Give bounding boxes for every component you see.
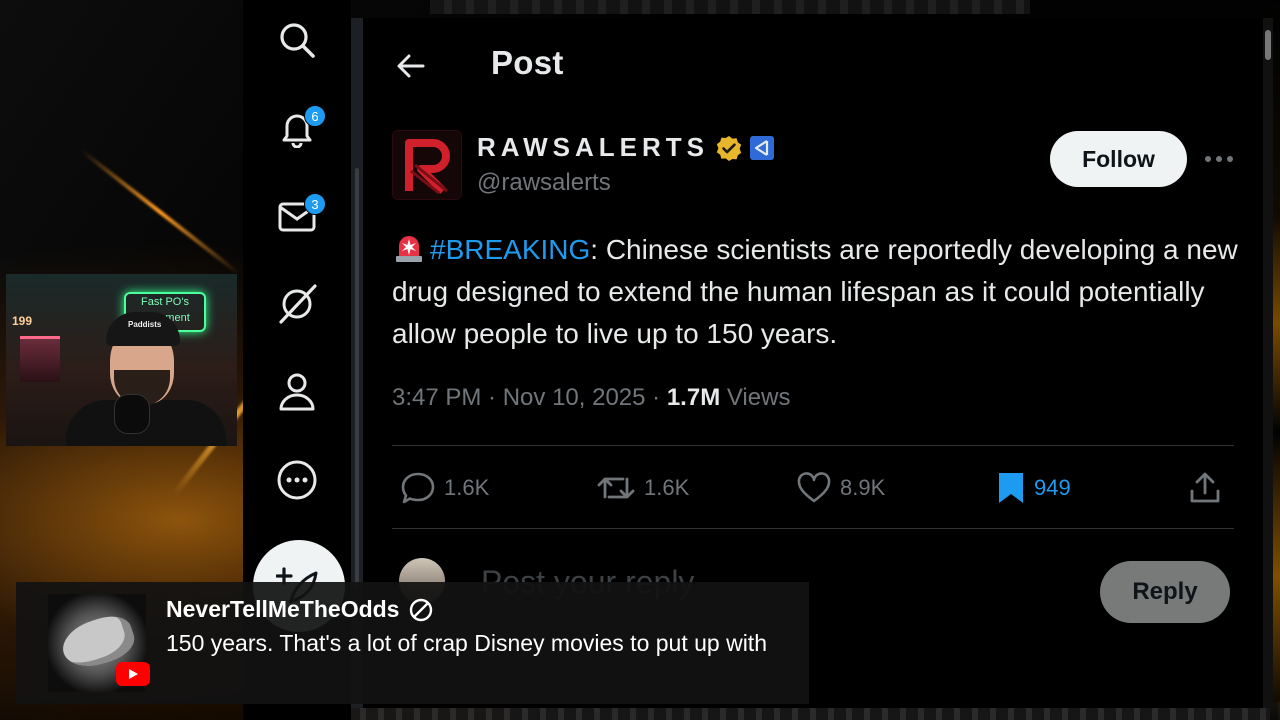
post-date[interactable]: Nov 10, 2025 (503, 384, 646, 411)
bookmark-filled-icon (999, 473, 1023, 503)
verified-badge-icon (716, 135, 742, 161)
chat-author-name: NeverTellMeTheOdds (166, 596, 400, 622)
heart-icon (797, 472, 831, 503)
share-action[interactable] (1188, 464, 1222, 512)
post-header: Post (363, 18, 1263, 110)
post-metadata: 3:47 PM · Nov 10, 2025 · 1.7M Views (392, 384, 790, 412)
author-name-row[interactable]: RAWSALERTS (477, 132, 775, 163)
author-display-name[interactable]: RAWSALERTS (477, 132, 709, 163)
webcam-overlay: Fast PO's Basement 199 Paddists (6, 274, 237, 446)
back-arrow-icon (397, 54, 425, 78)
bookmark-action[interactable]: 949 (996, 464, 1071, 512)
nav-grok[interactable] (273, 280, 321, 328)
affiliate-badge-icon (750, 135, 774, 160)
arcade-cabinet (20, 336, 60, 382)
divider (392, 445, 1234, 446)
nav-notifications[interactable]: 6 (273, 104, 326, 152)
comment-icon (401, 472, 435, 504)
chat-message: 150 years. That's a lot of crap Disney m… (166, 630, 767, 656)
author-handle[interactable]: @rawsalerts (477, 169, 611, 197)
views-label: Views (726, 384, 791, 411)
reply-button[interactable]: Reply (1100, 561, 1230, 623)
arcade-number: 199 (12, 314, 33, 328)
nav-profile[interactable] (273, 368, 321, 416)
scrollbar-thumb[interactable] (1265, 30, 1271, 60)
brand-logo-icon (393, 131, 461, 199)
reply-action[interactable]: 1.6K (400, 464, 489, 512)
live-chat-highlight: NeverTellMeTheOdds 150 years. That's a l… (16, 582, 809, 704)
repost-icon (597, 477, 635, 499)
back-button[interactable] (391, 46, 431, 86)
nav-messages[interactable]: 3 (273, 192, 326, 240)
meta-separator: · (645, 384, 667, 411)
siren-emoji-icon (396, 236, 422, 262)
microphone (114, 394, 150, 434)
author-avatar[interactable] (392, 130, 462, 200)
post-more-button[interactable] (1201, 146, 1237, 172)
chat-author-row: NeverTellMeTheOdds (166, 596, 433, 623)
post-actions: 1.6K 1.6K 8.9K 949 (392, 464, 1240, 512)
nav-explore[interactable] (273, 16, 321, 64)
youtube-logo-icon (116, 662, 150, 686)
share-icon (1190, 472, 1220, 503)
blocked-circle-icon (410, 598, 433, 621)
post-body: #BREAKING: Chinese scientists are report… (392, 229, 1242, 355)
search-icon (280, 23, 315, 58)
reply-count: 1.6K (444, 475, 490, 500)
views-count: 1.7M (666, 384, 721, 411)
post-time[interactable]: 3:47 PM (392, 384, 481, 411)
notifications-badge: 6 (304, 105, 326, 127)
like-count: 8.9K (840, 475, 886, 500)
orange-light-streak (79, 148, 241, 276)
hat-logo: Paddists (128, 320, 162, 329)
speaker-grill-top (430, 0, 1030, 14)
grok-icon (279, 284, 317, 324)
page-title: Post (491, 44, 564, 81)
like-action[interactable]: 8.9K (796, 464, 885, 512)
messages-badge: 3 (304, 193, 326, 215)
repost-action[interactable]: 1.6K (596, 464, 689, 512)
repost-count: 1.6K (644, 475, 690, 500)
meta-separator: · (481, 384, 503, 411)
page-scrollbar[interactable] (1263, 18, 1273, 708)
bookmark-count: 949 (1034, 475, 1071, 500)
follow-button[interactable]: Follow (1050, 131, 1187, 187)
nav-more[interactable] (273, 456, 321, 504)
more-circle-icon (277, 460, 317, 500)
hashtag-link[interactable]: #BREAKING (430, 234, 590, 265)
person-icon (279, 373, 315, 411)
divider (392, 528, 1234, 529)
more-dots-icon (1205, 156, 1233, 162)
